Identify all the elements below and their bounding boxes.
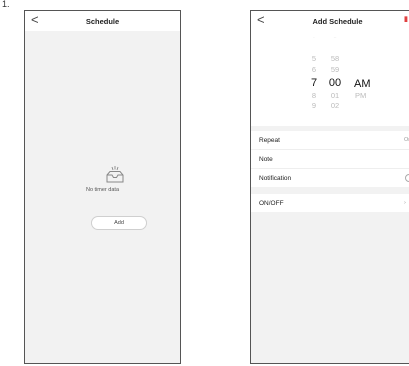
period-selected[interactable]: AM [354,78,371,90]
save-icon[interactable]: ▮ [404,15,408,23]
minute-option[interactable]: 01 [327,91,343,101]
picker-faint-item: · [313,35,315,41]
notification-toggle[interactable] [405,174,409,182]
add-schedule-header: < Add Schedule ▮ [251,11,409,31]
repeat-value: On [404,137,409,143]
hour-selected[interactable]: 7 [307,78,321,89]
hour-option[interactable]: 8 [307,91,321,101]
notification-row[interactable]: Notification [251,169,409,187]
chevron-right-icon: › [404,200,406,206]
repeat-row[interactable]: Repeat On [251,131,409,149]
empty-state-text: No timer data [85,187,119,193]
schedule-header: < Schedule [25,11,180,31]
add-schedule-screen: < Add Schedule ▮ · 5 6 7 8 9 ·· 58 59 00… [250,10,409,364]
picker-faint-item: ·· [333,35,337,41]
minute-option[interactable]: 58 [327,54,343,64]
page-title: Add Schedule [312,16,363,26]
repeat-label: Repeat [259,136,280,144]
time-picker[interactable]: · 5 6 7 8 9 ·· 58 59 00 01 02 AM PM [251,31,409,126]
page-title: Schedule [85,16,120,26]
empty-inbox-icon [106,166,124,183]
back-chevron-icon[interactable]: < [31,13,39,27]
schedule-screen: < Schedule No timer data Add [24,10,181,364]
notification-label: Notification [259,174,292,182]
period-option[interactable]: PM [355,91,366,100]
minute-selected[interactable]: 00 [327,78,343,89]
minute-option[interactable]: 02 [327,101,343,111]
hour-option[interactable]: 5 [307,54,321,64]
minute-option[interactable]: 59 [327,65,343,75]
onoff-row[interactable]: ON/OFF › [251,194,409,212]
back-chevron-icon[interactable]: < [257,13,265,27]
hour-option[interactable]: 9 [307,101,321,111]
note-label: Note [259,155,273,163]
add-button[interactable]: Add [91,216,147,230]
hour-option[interactable]: 6 [307,65,321,75]
figure-number: 1. [2,0,10,9]
onoff-label: ON/OFF [259,199,284,207]
note-row[interactable]: Note [251,150,409,168]
